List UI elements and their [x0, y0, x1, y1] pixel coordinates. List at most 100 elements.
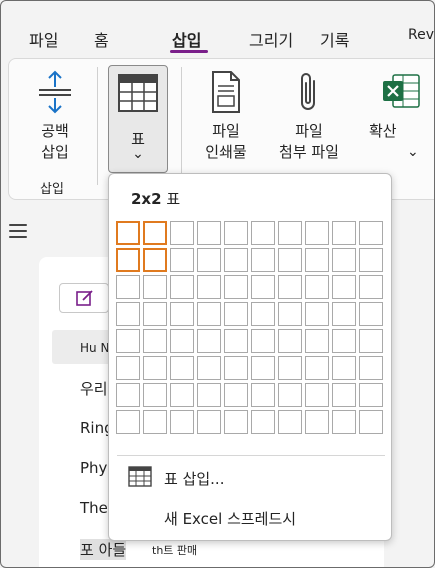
- grid-cell[interactable]: [116, 329, 140, 353]
- grid-cell[interactable]: [278, 302, 302, 326]
- grid-cell[interactable]: [332, 248, 356, 272]
- grid-cell[interactable]: [278, 248, 302, 272]
- grid-cell[interactable]: [116, 248, 140, 272]
- grid-cell[interactable]: [251, 302, 275, 326]
- grid-cell[interactable]: [359, 383, 383, 407]
- grid-cell[interactable]: [359, 329, 383, 353]
- grid-cell[interactable]: [224, 275, 248, 299]
- table-button[interactable]: 표 ⌄: [108, 65, 168, 173]
- grid-cell[interactable]: [197, 302, 221, 326]
- grid-cell[interactable]: [332, 221, 356, 245]
- grid-cell[interactable]: [251, 329, 275, 353]
- grid-cell[interactable]: [278, 383, 302, 407]
- grid-cell[interactable]: [197, 275, 221, 299]
- insert-table-item[interactable]: 표 삽입...: [109, 464, 391, 494]
- grid-cell[interactable]: [278, 410, 302, 434]
- grid-cell[interactable]: [224, 383, 248, 407]
- grid-cell[interactable]: [305, 221, 329, 245]
- grid-cell[interactable]: [143, 221, 167, 245]
- grid-cell[interactable]: [359, 302, 383, 326]
- grid-cell[interactable]: [251, 275, 275, 299]
- grid-cell[interactable]: [305, 302, 329, 326]
- tab-review[interactable]: Rev: [408, 27, 434, 43]
- grid-cell[interactable]: [251, 383, 275, 407]
- grid-cell[interactable]: [170, 356, 194, 380]
- grid-cell[interactable]: [278, 329, 302, 353]
- grid-cell[interactable]: [116, 302, 140, 326]
- new-excel-spreadsheet-item[interactable]: 새 Excel 스프레드시: [109, 504, 391, 534]
- tab-draw[interactable]: 그리기: [249, 27, 293, 51]
- grid-cell[interactable]: [305, 356, 329, 380]
- grid-cell[interactable]: [170, 410, 194, 434]
- grid-cell[interactable]: [224, 302, 248, 326]
- grid-cell[interactable]: [116, 221, 140, 245]
- grid-cell[interactable]: [170, 275, 194, 299]
- page-item[interactable]: Phy: [80, 459, 107, 477]
- grid-cell[interactable]: [305, 383, 329, 407]
- grid-cell[interactable]: [332, 356, 356, 380]
- tab-history[interactable]: 기록: [320, 27, 349, 51]
- tab-insert[interactable]: 삽입: [172, 27, 201, 51]
- page-item[interactable]: 포 아들: [80, 539, 127, 560]
- grid-cell[interactable]: [251, 356, 275, 380]
- grid-cell[interactable]: [359, 248, 383, 272]
- grid-cell[interactable]: [359, 221, 383, 245]
- grid-cell[interactable]: [197, 329, 221, 353]
- grid-cell[interactable]: [170, 302, 194, 326]
- grid-cell[interactable]: [224, 221, 248, 245]
- grid-cell[interactable]: [116, 383, 140, 407]
- grid-cell[interactable]: [251, 248, 275, 272]
- table-size-grid[interactable]: [116, 221, 385, 437]
- grid-cell[interactable]: [143, 329, 167, 353]
- grid-cell[interactable]: [251, 410, 275, 434]
- grid-cell[interactable]: [332, 275, 356, 299]
- page-item[interactable]: The: [80, 499, 108, 517]
- grid-cell[interactable]: [143, 356, 167, 380]
- grid-cell[interactable]: [143, 410, 167, 434]
- grid-cell[interactable]: [116, 275, 140, 299]
- grid-cell[interactable]: [359, 356, 383, 380]
- page-item[interactable]: th트 판매: [152, 542, 197, 558]
- file-attachment-button[interactable]: 파일 첨부 파일: [271, 69, 347, 163]
- grid-cell[interactable]: [197, 221, 221, 245]
- tab-file[interactable]: 파일: [29, 27, 58, 51]
- grid-cell[interactable]: [224, 356, 248, 380]
- grid-cell[interactable]: [143, 248, 167, 272]
- grid-cell[interactable]: [332, 329, 356, 353]
- grid-cell[interactable]: [197, 383, 221, 407]
- grid-cell[interactable]: [170, 248, 194, 272]
- excel-spreadsheet-button[interactable]: 확산 ⌄: [355, 69, 433, 163]
- grid-cell[interactable]: [197, 410, 221, 434]
- grid-cell[interactable]: [305, 248, 329, 272]
- tab-home[interactable]: 홈: [94, 27, 109, 51]
- grid-cell[interactable]: [170, 329, 194, 353]
- grid-cell[interactable]: [305, 410, 329, 434]
- hamburger-menu-icon[interactable]: [9, 224, 27, 242]
- grid-cell[interactable]: [224, 410, 248, 434]
- new-page-button[interactable]: [59, 283, 109, 313]
- grid-cell[interactable]: [143, 302, 167, 326]
- grid-cell[interactable]: [278, 275, 302, 299]
- grid-cell[interactable]: [332, 383, 356, 407]
- grid-cell[interactable]: [143, 275, 167, 299]
- grid-cell[interactable]: [170, 383, 194, 407]
- grid-cell[interactable]: [143, 383, 167, 407]
- page-item[interactable]: 우리: [80, 378, 108, 399]
- grid-cell[interactable]: [170, 221, 194, 245]
- grid-cell[interactable]: [278, 221, 302, 245]
- grid-cell[interactable]: [359, 410, 383, 434]
- grid-cell[interactable]: [305, 329, 329, 353]
- grid-cell[interactable]: [116, 410, 140, 434]
- grid-cell[interactable]: [305, 275, 329, 299]
- grid-cell[interactable]: [251, 221, 275, 245]
- grid-cell[interactable]: [224, 329, 248, 353]
- grid-cell[interactable]: [197, 356, 221, 380]
- file-printout-button[interactable]: 파일 인쇄물: [195, 69, 257, 163]
- grid-cell[interactable]: [197, 248, 221, 272]
- grid-cell[interactable]: [332, 410, 356, 434]
- grid-cell[interactable]: [224, 248, 248, 272]
- grid-cell[interactable]: [278, 356, 302, 380]
- insert-space-button[interactable]: 공백 삽입: [27, 69, 83, 163]
- grid-cell[interactable]: [116, 356, 140, 380]
- page-item[interactable]: Hu N: [80, 341, 109, 355]
